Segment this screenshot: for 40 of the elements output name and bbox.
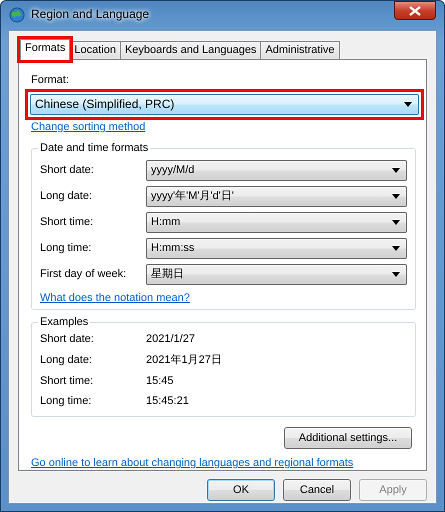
example-value: 2021/1/27	[146, 333, 195, 346]
tab[interactable]: Formats	[20, 39, 70, 60]
tab[interactable]: Keyboards and Languages	[120, 41, 262, 59]
example-value: 2021年1月27日	[146, 354, 222, 367]
caret-icon	[392, 168, 400, 173]
example-value: 15:45	[146, 374, 174, 388]
dropdown[interactable]: yyyy/M/d	[146, 160, 407, 181]
example-label: Short date:	[40, 333, 95, 346]
additional-settings-button[interactable]: Additional settings...	[284, 427, 412, 450]
dropdown[interactable]: Chinese (Simplified, PRC)	[30, 94, 419, 115]
caret-icon	[392, 246, 400, 251]
dialog-button[interactable]: OK	[207, 479, 275, 501]
dropdown[interactable]: yyyy'年'M'月'd'日'	[146, 186, 407, 207]
tab[interactable]: Administrative	[260, 41, 340, 59]
dropdown[interactable]: H:mm	[146, 212, 407, 233]
caret-icon	[404, 102, 412, 107]
online-help-link[interactable]: Go online to learn about changing languages and regional formats	[31, 457, 354, 470]
example-value: 15:45:21	[146, 395, 189, 408]
field-label: Long date:	[40, 190, 93, 203]
format-label: Format:	[31, 74, 70, 87]
field-label: Short date:	[40, 164, 95, 177]
caret-icon	[392, 194, 400, 199]
field-label: Long time:	[40, 242, 92, 255]
dialog-button[interactable]: Cancel	[283, 479, 351, 501]
window-title: Region and Language	[31, 7, 150, 22]
example-label: Long time:	[40, 395, 92, 408]
dropdown[interactable]: 星期日	[146, 264, 407, 285]
caret-icon	[392, 220, 400, 225]
field-label: Short time:	[40, 216, 94, 229]
example-label: Long date:	[40, 354, 93, 367]
sorting-link[interactable]: Change sorting method	[31, 121, 146, 133]
group-title: Examples	[38, 315, 90, 330]
example-label: Short time:	[40, 374, 94, 388]
notation-link[interactable]: What does the notation mean?	[40, 292, 190, 306]
caret-icon	[392, 272, 400, 277]
dropdown[interactable]: H:mm:ss	[146, 238, 407, 259]
close-icon	[409, 6, 421, 16]
close-button[interactable]	[394, 1, 436, 20]
field-label: First day of week:	[40, 268, 128, 281]
globe-icon	[9, 6, 25, 22]
